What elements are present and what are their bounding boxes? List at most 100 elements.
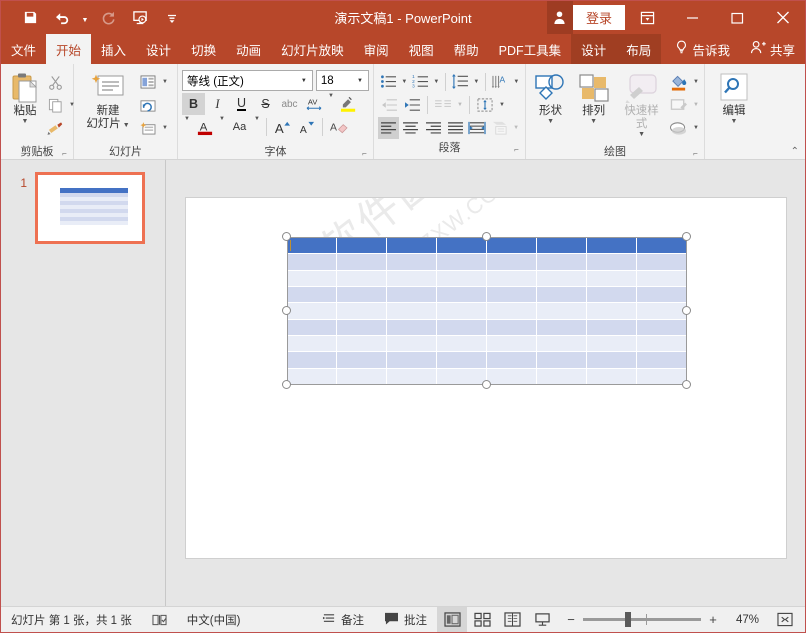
line-spacing-dropdown-icon[interactable]: ▼ bbox=[472, 79, 481, 85]
arrange-dropdown-icon[interactable]: ▼ bbox=[590, 118, 597, 126]
layout-icon[interactable] bbox=[137, 71, 159, 93]
table-cell[interactable] bbox=[487, 270, 537, 286]
table-cell[interactable] bbox=[586, 270, 636, 286]
table-cell[interactable] bbox=[437, 254, 487, 270]
table-cell[interactable] bbox=[536, 254, 586, 270]
slide-canvas[interactable]: 软件园 WWW.RJZXW.COM bbox=[185, 197, 787, 559]
text-direction-button[interactable]: A bbox=[490, 71, 511, 93]
table-row[interactable] bbox=[287, 254, 686, 270]
resize-handle-bottom-left[interactable] bbox=[282, 380, 291, 389]
zoom-slider-thumb[interactable] bbox=[625, 612, 631, 627]
tab-table-layout[interactable]: 布局 bbox=[616, 34, 661, 64]
resize-handle-top-center[interactable] bbox=[482, 232, 491, 241]
layout-dropdown-icon[interactable]: ▼ bbox=[160, 79, 170, 85]
shape-effects-icon[interactable] bbox=[668, 117, 690, 139]
zoom-slider[interactable] bbox=[583, 618, 701, 621]
tab-review[interactable]: 审阅 bbox=[354, 34, 399, 64]
table-cell[interactable] bbox=[586, 352, 636, 368]
resize-handle-bottom-right[interactable] bbox=[682, 380, 691, 389]
table-cell[interactable] bbox=[536, 270, 586, 286]
tab-table-design[interactable]: 设计 bbox=[571, 34, 616, 64]
tab-help[interactable]: 帮助 bbox=[444, 34, 489, 64]
smartart-dropdown-icon[interactable]: ▼ bbox=[511, 125, 521, 131]
table-cell[interactable] bbox=[487, 335, 537, 351]
notes-button[interactable]: 备注 bbox=[312, 607, 374, 632]
shape-outline-icon[interactable] bbox=[668, 94, 690, 116]
table-cell[interactable] bbox=[287, 303, 337, 319]
zoom-control[interactable]: − + 47% bbox=[557, 612, 767, 627]
ribbon-display-options-icon[interactable] bbox=[625, 1, 670, 34]
table-cell[interactable] bbox=[387, 303, 437, 319]
shapes-button[interactable]: 形状 ▼ bbox=[529, 69, 572, 128]
align-center-button[interactable] bbox=[400, 117, 421, 139]
comments-button[interactable]: 批注 bbox=[374, 607, 437, 632]
start-slideshow-icon[interactable] bbox=[125, 5, 155, 31]
table-row[interactable] bbox=[287, 286, 686, 302]
slide-thumbnail-1[interactable] bbox=[35, 172, 145, 244]
tab-home[interactable]: 开始 bbox=[46, 34, 91, 64]
font-color-dropdown-icon[interactable]: ▼ bbox=[217, 116, 227, 138]
table-cell[interactable] bbox=[337, 254, 387, 270]
table-cell[interactable] bbox=[387, 254, 437, 270]
table-cell[interactable] bbox=[437, 319, 487, 335]
table-cell[interactable] bbox=[487, 303, 537, 319]
decrease-font-size-button[interactable]: A bbox=[295, 116, 318, 138]
table-cell[interactable] bbox=[337, 303, 387, 319]
justify-button[interactable] bbox=[445, 117, 466, 139]
table-cell[interactable] bbox=[287, 270, 337, 286]
italic-button[interactable]: I bbox=[206, 93, 229, 115]
paragraph-dialog-launcher[interactable]: ⌐ bbox=[512, 145, 521, 154]
table-cell[interactable] bbox=[437, 352, 487, 368]
underline-button[interactable]: U bbox=[230, 93, 253, 115]
zoom-percent-label[interactable]: 47% bbox=[725, 614, 759, 626]
table-cell[interactable] bbox=[287, 319, 337, 335]
resize-handle-middle-right[interactable] bbox=[682, 306, 691, 315]
font-size-dropdown-icon[interactable]: ▼ bbox=[354, 78, 366, 84]
table-cell[interactable] bbox=[636, 368, 686, 384]
table-cell[interactable] bbox=[536, 303, 586, 319]
resize-handle-top-right[interactable] bbox=[682, 232, 691, 241]
table-cell[interactable] bbox=[287, 352, 337, 368]
align-text-button[interactable] bbox=[474, 94, 496, 116]
align-left-button[interactable] bbox=[378, 117, 399, 139]
numbering-button[interactable]: 123 bbox=[410, 71, 431, 93]
undo-dropdown-icon[interactable]: ▼ bbox=[79, 5, 91, 31]
font-color-button[interactable]: A bbox=[193, 116, 216, 138]
new-slide-button[interactable]: 新建 幻灯片 ▼ bbox=[79, 69, 137, 133]
table-cell[interactable] bbox=[287, 238, 337, 254]
table-row[interactable] bbox=[287, 270, 686, 286]
increase-indent-button[interactable] bbox=[401, 94, 423, 116]
section-dropdown-icon[interactable]: ▼ bbox=[160, 125, 170, 131]
table-cell[interactable] bbox=[387, 335, 437, 351]
zoom-in-button[interactable]: + bbox=[707, 612, 719, 627]
slide-count-status[interactable]: 幻灯片 第 1 张，共 1 张 bbox=[1, 607, 142, 632]
table-cell[interactable] bbox=[586, 238, 636, 254]
table-cell[interactable] bbox=[337, 335, 387, 351]
table-cell[interactable] bbox=[586, 335, 636, 351]
table-cell[interactable] bbox=[487, 286, 537, 302]
font-name-combo[interactable]: 等线 (正文) ▼ bbox=[182, 70, 313, 91]
tab-transitions[interactable]: 切换 bbox=[181, 34, 226, 64]
table-cell[interactable] bbox=[586, 319, 636, 335]
collapse-ribbon-icon[interactable]: ⌃ bbox=[791, 146, 799, 157]
editing-button[interactable]: 编辑 ▼ bbox=[711, 69, 757, 128]
shape-outline-dropdown-icon[interactable]: ▼ bbox=[691, 102, 701, 108]
table-cell[interactable] bbox=[487, 254, 537, 270]
highlight-button[interactable] bbox=[337, 93, 360, 115]
table-row[interactable] bbox=[287, 319, 686, 335]
bold-button[interactable]: B bbox=[182, 93, 205, 115]
table-cell[interactable] bbox=[586, 303, 636, 319]
tab-slideshow[interactable]: 幻灯片放映 bbox=[271, 34, 354, 64]
table-object[interactable] bbox=[287, 237, 687, 385]
signin-button[interactable]: 登录 bbox=[573, 5, 625, 30]
resize-handle-middle-left[interactable] bbox=[282, 306, 291, 315]
increase-font-size-button[interactable]: A bbox=[271, 116, 294, 138]
table-cell[interactable] bbox=[287, 335, 337, 351]
fit-to-window-icon[interactable] bbox=[767, 607, 805, 632]
save-icon[interactable] bbox=[15, 5, 45, 31]
change-case-dropdown-icon[interactable]: ▼ bbox=[252, 116, 262, 138]
table-cell[interactable] bbox=[387, 270, 437, 286]
table-cell[interactable] bbox=[586, 286, 636, 302]
tab-pdf-tools[interactable]: PDF工具集 bbox=[489, 34, 572, 64]
shapes-dropdown-icon[interactable]: ▼ bbox=[547, 118, 554, 126]
